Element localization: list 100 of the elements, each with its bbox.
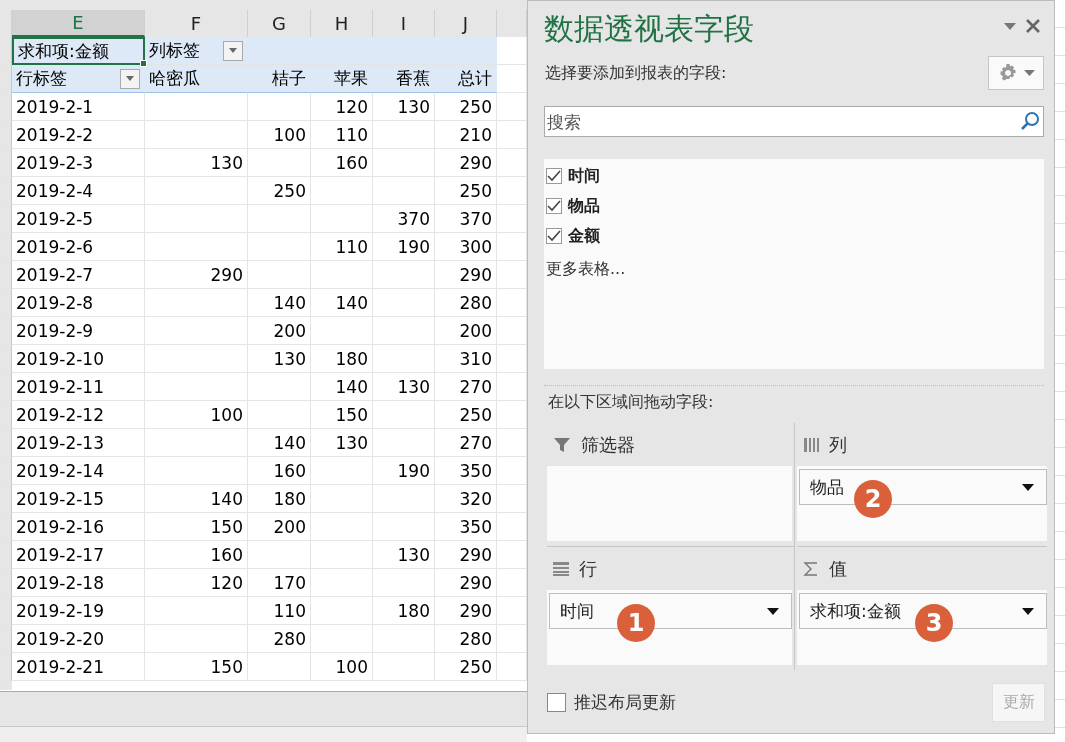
- table-cell[interactable]: 130: [373, 541, 435, 569]
- row-label[interactable]: 2019-2-8: [12, 289, 145, 317]
- empty-cell[interactable]: [145, 373, 248, 401]
- row-label[interactable]: 2019-2-19: [12, 597, 145, 625]
- table-cell[interactable]: 170: [248, 569, 311, 597]
- search-icon[interactable]: [1020, 111, 1040, 131]
- empty-cell[interactable]: [373, 513, 435, 541]
- field-label[interactable]: 物品: [568, 195, 600, 217]
- table-cell[interactable]: 140: [311, 373, 373, 401]
- table-cell[interactable]: 200: [248, 513, 311, 541]
- table-cell[interactable]: 150: [311, 401, 373, 429]
- row-label[interactable]: 2019-2-16: [12, 513, 145, 541]
- table-cell[interactable]: 250: [435, 93, 497, 121]
- table-cell[interactable]: 290: [435, 149, 497, 177]
- row-label[interactable]: 2019-2-2: [12, 121, 145, 149]
- empty-cell[interactable]: [248, 653, 311, 681]
- table-cell[interactable]: 250: [435, 177, 497, 205]
- row-label[interactable]: 2019-2-14: [12, 457, 145, 485]
- empty-cell[interactable]: [311, 541, 373, 569]
- row-label[interactable]: 2019-2-4: [12, 177, 145, 205]
- field-label[interactable]: 金额: [568, 225, 600, 247]
- table-cell[interactable]: 200: [435, 317, 497, 345]
- drop-area[interactable]: 物品 2: [797, 466, 1047, 541]
- table-cell[interactable]: 190: [373, 233, 435, 261]
- fill-handle[interactable]: [140, 60, 147, 67]
- table-cell[interactable]: 180: [311, 345, 373, 373]
- header-cell[interactable]: 列标签: [145, 37, 248, 65]
- empty-cell[interactable]: [311, 177, 373, 205]
- table-cell[interactable]: 290: [435, 261, 497, 289]
- table-cell[interactable]: 100: [311, 653, 373, 681]
- table-cell[interactable]: 370: [435, 205, 497, 233]
- empty-cell[interactable]: [373, 625, 435, 653]
- empty-cell[interactable]: [248, 93, 311, 121]
- row-label[interactable]: 2019-2-1: [12, 93, 145, 121]
- empty-cell[interactable]: [248, 541, 311, 569]
- empty-cell[interactable]: [373, 289, 435, 317]
- table-cell[interactable]: 100: [145, 401, 248, 429]
- table-cell[interactable]: 130: [373, 373, 435, 401]
- empty-cell[interactable]: [145, 177, 248, 205]
- column-header[interactable]: E: [12, 10, 145, 37]
- empty-cell[interactable]: [248, 373, 311, 401]
- table-cell[interactable]: 160: [248, 457, 311, 485]
- table-cell[interactable]: 180: [248, 485, 311, 513]
- table-cell[interactable]: 310: [435, 345, 497, 373]
- empty-cell[interactable]: [145, 625, 248, 653]
- table-cell[interactable]: 300: [435, 233, 497, 261]
- empty-cell[interactable]: [373, 429, 435, 457]
- drop-area[interactable]: 时间 1: [547, 590, 792, 665]
- row-label[interactable]: 2019-2-20: [12, 625, 145, 653]
- table-cell[interactable]: 130: [145, 149, 248, 177]
- header-cell[interactable]: [435, 37, 497, 65]
- empty-cell[interactable]: [248, 149, 311, 177]
- close-icon[interactable]: [1026, 19, 1040, 33]
- table-cell[interactable]: 280: [435, 625, 497, 653]
- table-cell[interactable]: 110: [311, 233, 373, 261]
- column-label[interactable]: 总计: [435, 65, 497, 93]
- table-cell[interactable]: 280: [435, 289, 497, 317]
- row-label[interactable]: 2019-2-12: [12, 401, 145, 429]
- empty-cell[interactable]: [373, 345, 435, 373]
- column-label[interactable]: 桔子: [248, 65, 311, 93]
- table-cell[interactable]: 100: [248, 121, 311, 149]
- row-label[interactable]: 2019-2-18: [12, 569, 145, 597]
- table-cell[interactable]: 140: [311, 289, 373, 317]
- filter-dropdown[interactable]: [223, 40, 243, 61]
- table-cell[interactable]: 290: [435, 541, 497, 569]
- table-cell[interactable]: 140: [248, 429, 311, 457]
- row-label[interactable]: 2019-2-3: [12, 149, 145, 177]
- table-cell[interactable]: 250: [435, 653, 497, 681]
- empty-cell[interactable]: [248, 233, 311, 261]
- empty-cell[interactable]: [311, 261, 373, 289]
- empty-cell[interactable]: [311, 625, 373, 653]
- empty-cell[interactable]: [373, 177, 435, 205]
- row-label[interactable]: 2019-2-17: [12, 541, 145, 569]
- empty-cell[interactable]: [145, 205, 248, 233]
- checkbox[interactable]: [546, 228, 562, 244]
- empty-cell[interactable]: [373, 149, 435, 177]
- empty-cell[interactable]: [145, 345, 248, 373]
- drop-area[interactable]: 求和项:金额 3: [797, 590, 1047, 665]
- table-cell[interactable]: 350: [435, 457, 497, 485]
- table-cell[interactable]: 180: [373, 597, 435, 625]
- empty-cell[interactable]: [373, 317, 435, 345]
- table-cell[interactable]: 130: [311, 429, 373, 457]
- field-label[interactable]: 时间: [568, 165, 600, 187]
- empty-cell[interactable]: [248, 205, 311, 233]
- empty-cell[interactable]: [145, 93, 248, 121]
- table-cell[interactable]: 200: [248, 317, 311, 345]
- table-cell[interactable]: 130: [373, 93, 435, 121]
- table-cell[interactable]: 350: [435, 513, 497, 541]
- table-cell[interactable]: 140: [248, 289, 311, 317]
- row-label[interactable]: 2019-2-5: [12, 205, 145, 233]
- row-label[interactable]: 2019-2-21: [12, 653, 145, 681]
- table-cell[interactable]: 190: [373, 457, 435, 485]
- filter-dropdown[interactable]: [120, 68, 140, 89]
- table-cell[interactable]: 150: [145, 513, 248, 541]
- empty-cell[interactable]: [373, 653, 435, 681]
- table-cell[interactable]: 270: [435, 429, 497, 457]
- dropdown-icon[interactable]: [1004, 22, 1016, 30]
- empty-cell[interactable]: [311, 317, 373, 345]
- empty-cell[interactable]: [373, 261, 435, 289]
- empty-cell[interactable]: [311, 457, 373, 485]
